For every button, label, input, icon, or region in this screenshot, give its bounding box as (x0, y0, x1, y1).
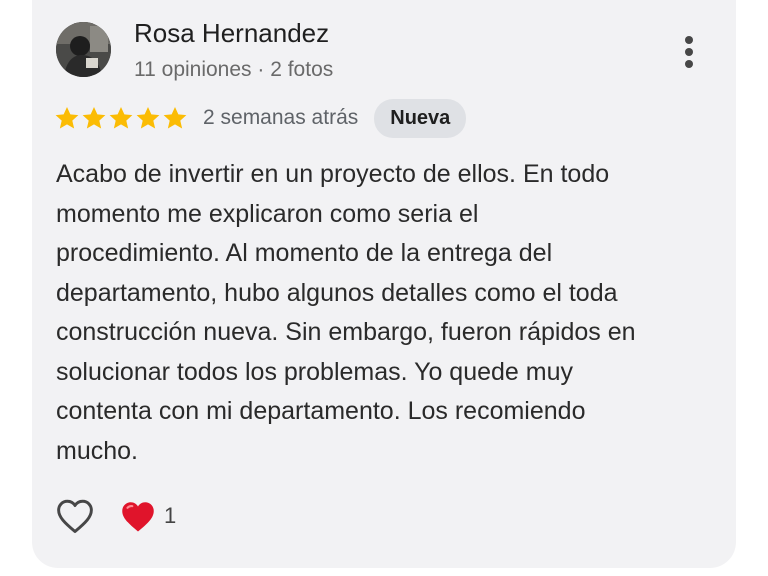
reaction-count: 1 (164, 503, 177, 528)
star-icon (109, 106, 133, 129)
like-button[interactable] (54, 496, 96, 536)
review-date: 2 semanas atrás (203, 106, 359, 129)
star-icon (163, 106, 187, 129)
new-badge: Nueva (374, 98, 467, 138)
avatar-photo (56, 22, 111, 77)
rating-row: 2 semanas atrás Nueva (54, 98, 467, 138)
star-icon (136, 106, 160, 129)
review-text: Acabo de invertir en un proyecto de ello… (56, 160, 636, 465)
heart-outline-icon (57, 499, 93, 534)
red-heart-emoji-icon (122, 501, 154, 531)
star-icon (55, 106, 79, 129)
heart-reaction[interactable]: 1 (120, 500, 176, 533)
author-meta: 11 opiniones · 2 fotos (134, 58, 334, 81)
author-name[interactable]: Rosa Hernandez (134, 18, 329, 49)
avatar[interactable] (56, 22, 111, 77)
star-icon (82, 106, 106, 129)
more-options-button[interactable] (672, 30, 706, 74)
more-vert-icon (685, 36, 693, 68)
review-actions: 1 (54, 496, 176, 536)
review-card: Rosa Hernandez 11 opiniones · 2 fotos 2 … (32, 0, 736, 568)
star-rating (54, 105, 189, 131)
